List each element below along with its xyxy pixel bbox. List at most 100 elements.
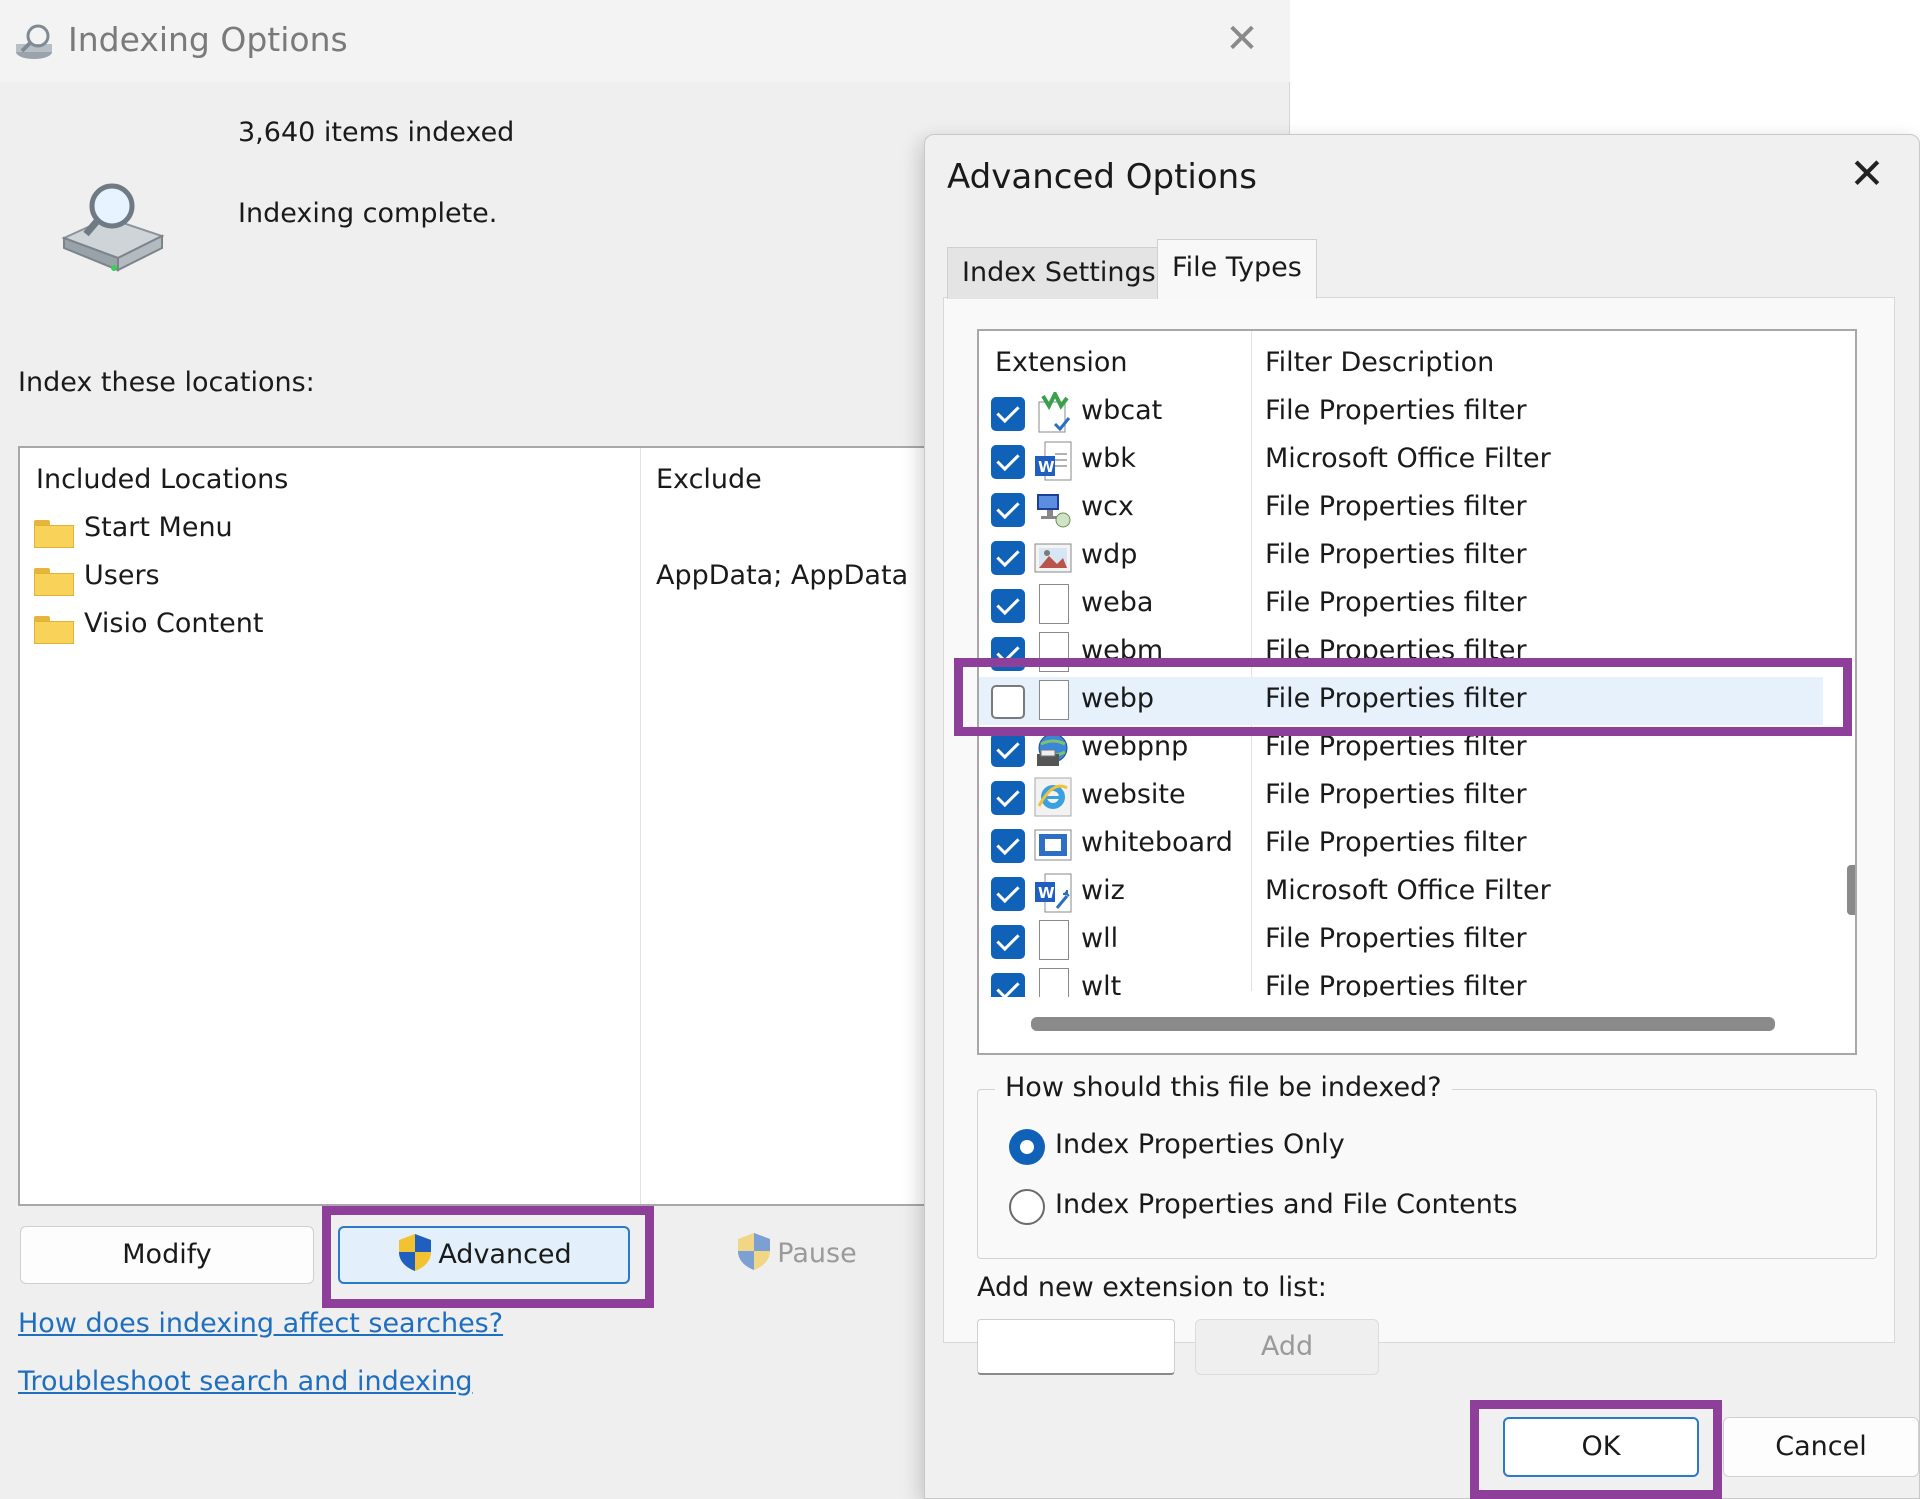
file-type-row[interactable]: wll File Properties filter: [979, 917, 1823, 965]
file-type-row[interactable]: weba File Properties filter: [979, 581, 1823, 629]
file-extension: whiteboard: [1081, 827, 1233, 858]
advanced-dialog-title: Advanced Options: [947, 157, 1257, 197]
locations-list[interactable]: Included Locations Exclude Start Menu Us…: [18, 446, 938, 1206]
file-type-checkbox[interactable]: [991, 733, 1025, 767]
file-type-row[interactable]: W wbk Microsoft Office Filter: [979, 437, 1823, 485]
file-extension: wbcat: [1081, 395, 1163, 426]
file-type-checkbox[interactable]: [991, 829, 1025, 863]
location-name: Users: [84, 560, 160, 591]
file-type-checkbox[interactable]: [991, 877, 1025, 911]
radio-label: Index Properties Only: [1055, 1129, 1345, 1160]
filter-description-header[interactable]: Filter Description: [1265, 347, 1494, 378]
location-name: Visio Content: [84, 608, 264, 639]
filter-description: Microsoft Office Filter: [1265, 443, 1551, 474]
pause-button-label: Pause: [777, 1238, 857, 1269]
file-extension: wdp: [1081, 539, 1138, 570]
file-type-row[interactable]: website File Properties filter: [979, 773, 1823, 821]
radio-label: Index Properties and File Contents: [1055, 1189, 1518, 1220]
file-type-row[interactable]: wlt File Properties filter: [979, 965, 1823, 997]
advanced-close-button[interactable]: ✕: [1845, 149, 1889, 199]
location-row[interactable]: Start Menu: [34, 512, 634, 552]
indexing-titlebar: Indexing Options ✕: [0, 0, 1290, 82]
indexing-drive-icon: [58, 176, 168, 276]
filter-description: File Properties filter: [1265, 539, 1527, 570]
file-type-checkbox[interactable]: [991, 925, 1025, 959]
file-type-checkbox[interactable]: [991, 589, 1025, 623]
image-file-icon: [1033, 536, 1073, 578]
indexing-status: Indexing complete.: [238, 198, 498, 229]
exclude-header[interactable]: Exclude: [656, 464, 762, 495]
file-type-row[interactable]: wcx File Properties filter: [979, 485, 1823, 533]
filter-description: File Properties filter: [1265, 827, 1527, 858]
index-locations-label: Index these locations:: [18, 367, 315, 398]
horizontal-scrollbar[interactable]: [1031, 1017, 1775, 1031]
advanced-button-highlight: [322, 1206, 654, 1308]
svg-text:W: W: [1038, 458, 1055, 476]
included-locations-header[interactable]: Included Locations: [36, 464, 288, 495]
pause-button: Pause: [656, 1226, 936, 1284]
tab-index-settings[interactable]: Index Settings: [947, 247, 1171, 299]
svg-text:W: W: [1038, 884, 1055, 902]
file-extension: wll: [1081, 923, 1119, 954]
location-exclude: AppData; AppData: [656, 560, 909, 591]
file-type-row[interactable]: whiteboard File Properties filter: [979, 821, 1823, 869]
radio-button[interactable]: [1009, 1129, 1045, 1165]
filter-description: File Properties filter: [1265, 395, 1527, 426]
add-extension-label: Add new extension to list:: [977, 1272, 1327, 1303]
cancel-button[interactable]: Cancel: [1723, 1417, 1919, 1477]
folder-icon: [34, 568, 74, 596]
location-row[interactable]: Visio Content: [34, 608, 634, 648]
file-extension: website: [1081, 779, 1186, 810]
location-row[interactable]: Users: [34, 560, 634, 600]
radio-button[interactable]: [1009, 1189, 1045, 1225]
file-type-row[interactable]: W wiz Microsoft Office Filter: [979, 869, 1823, 917]
modify-button[interactable]: Modify: [20, 1226, 314, 1284]
index-method-group: [977, 1089, 1877, 1259]
folder-icon: [34, 616, 74, 644]
indexing-window-title: Indexing Options: [68, 20, 348, 59]
add-extension-input[interactable]: [977, 1319, 1175, 1375]
filter-description: Microsoft Office Filter: [1265, 875, 1551, 906]
webp-row-highlight: [954, 658, 1852, 736]
uac-shield-icon: [735, 1231, 773, 1271]
file-type-checkbox[interactable]: [991, 541, 1025, 575]
add-extension-button[interactable]: Add: [1195, 1319, 1379, 1375]
file-extension: wiz: [1081, 875, 1125, 906]
extension-header[interactable]: Extension: [995, 347, 1128, 378]
filter-description: File Properties filter: [1265, 779, 1527, 810]
internet-explorer-icon: [1033, 776, 1073, 818]
indexing-help-link[interactable]: How does indexing affect searches?: [18, 1308, 503, 1339]
troubleshoot-link[interactable]: Troubleshoot search and indexing: [18, 1366, 473, 1397]
location-name: Start Menu: [84, 512, 233, 543]
folder-icon: [34, 520, 74, 548]
file-type-checkbox[interactable]: [991, 445, 1025, 479]
advanced-options-dialog: Advanced Options ✕ Index Settings File T…: [924, 134, 1920, 1499]
blank-file-icon: [1033, 920, 1073, 962]
file-extension: wbk: [1081, 443, 1136, 474]
word-wizard-icon: W: [1033, 872, 1073, 914]
indexing-close-button[interactable]: ✕: [1220, 14, 1264, 64]
remote-connection-icon: [1033, 488, 1073, 530]
file-type-row[interactable]: wbcat File Properties filter: [979, 389, 1823, 437]
word-doc-icon: W: [1033, 440, 1073, 482]
file-type-checkbox[interactable]: [991, 781, 1025, 815]
filter-description: File Properties filter: [1265, 587, 1527, 618]
filter-description: File Properties filter: [1265, 923, 1527, 954]
items-indexed-count: 3,640 items indexed: [238, 117, 515, 148]
file-type-row[interactable]: wdp File Properties filter: [979, 533, 1823, 581]
file-extension: weba: [1081, 587, 1154, 618]
filter-description: File Properties filter: [1265, 491, 1527, 522]
whiteboard-icon: [1033, 824, 1073, 866]
tab-file-types[interactable]: File Types: [1157, 239, 1317, 299]
file-type-checkbox[interactable]: [991, 973, 1025, 997]
vertical-scrollbar[interactable]: [1847, 865, 1855, 915]
file-extension: wcx: [1081, 491, 1134, 522]
blank-file-icon: [1033, 968, 1073, 997]
blank-file-icon: [1033, 584, 1073, 626]
column-divider: [640, 448, 641, 1204]
filter-description: File Properties filter: [1265, 971, 1527, 997]
file-type-checkbox[interactable]: [991, 397, 1025, 431]
file-extension: wlt: [1081, 971, 1122, 997]
file-type-checkbox[interactable]: [991, 493, 1025, 527]
catalog-icon: [1033, 389, 1073, 434]
